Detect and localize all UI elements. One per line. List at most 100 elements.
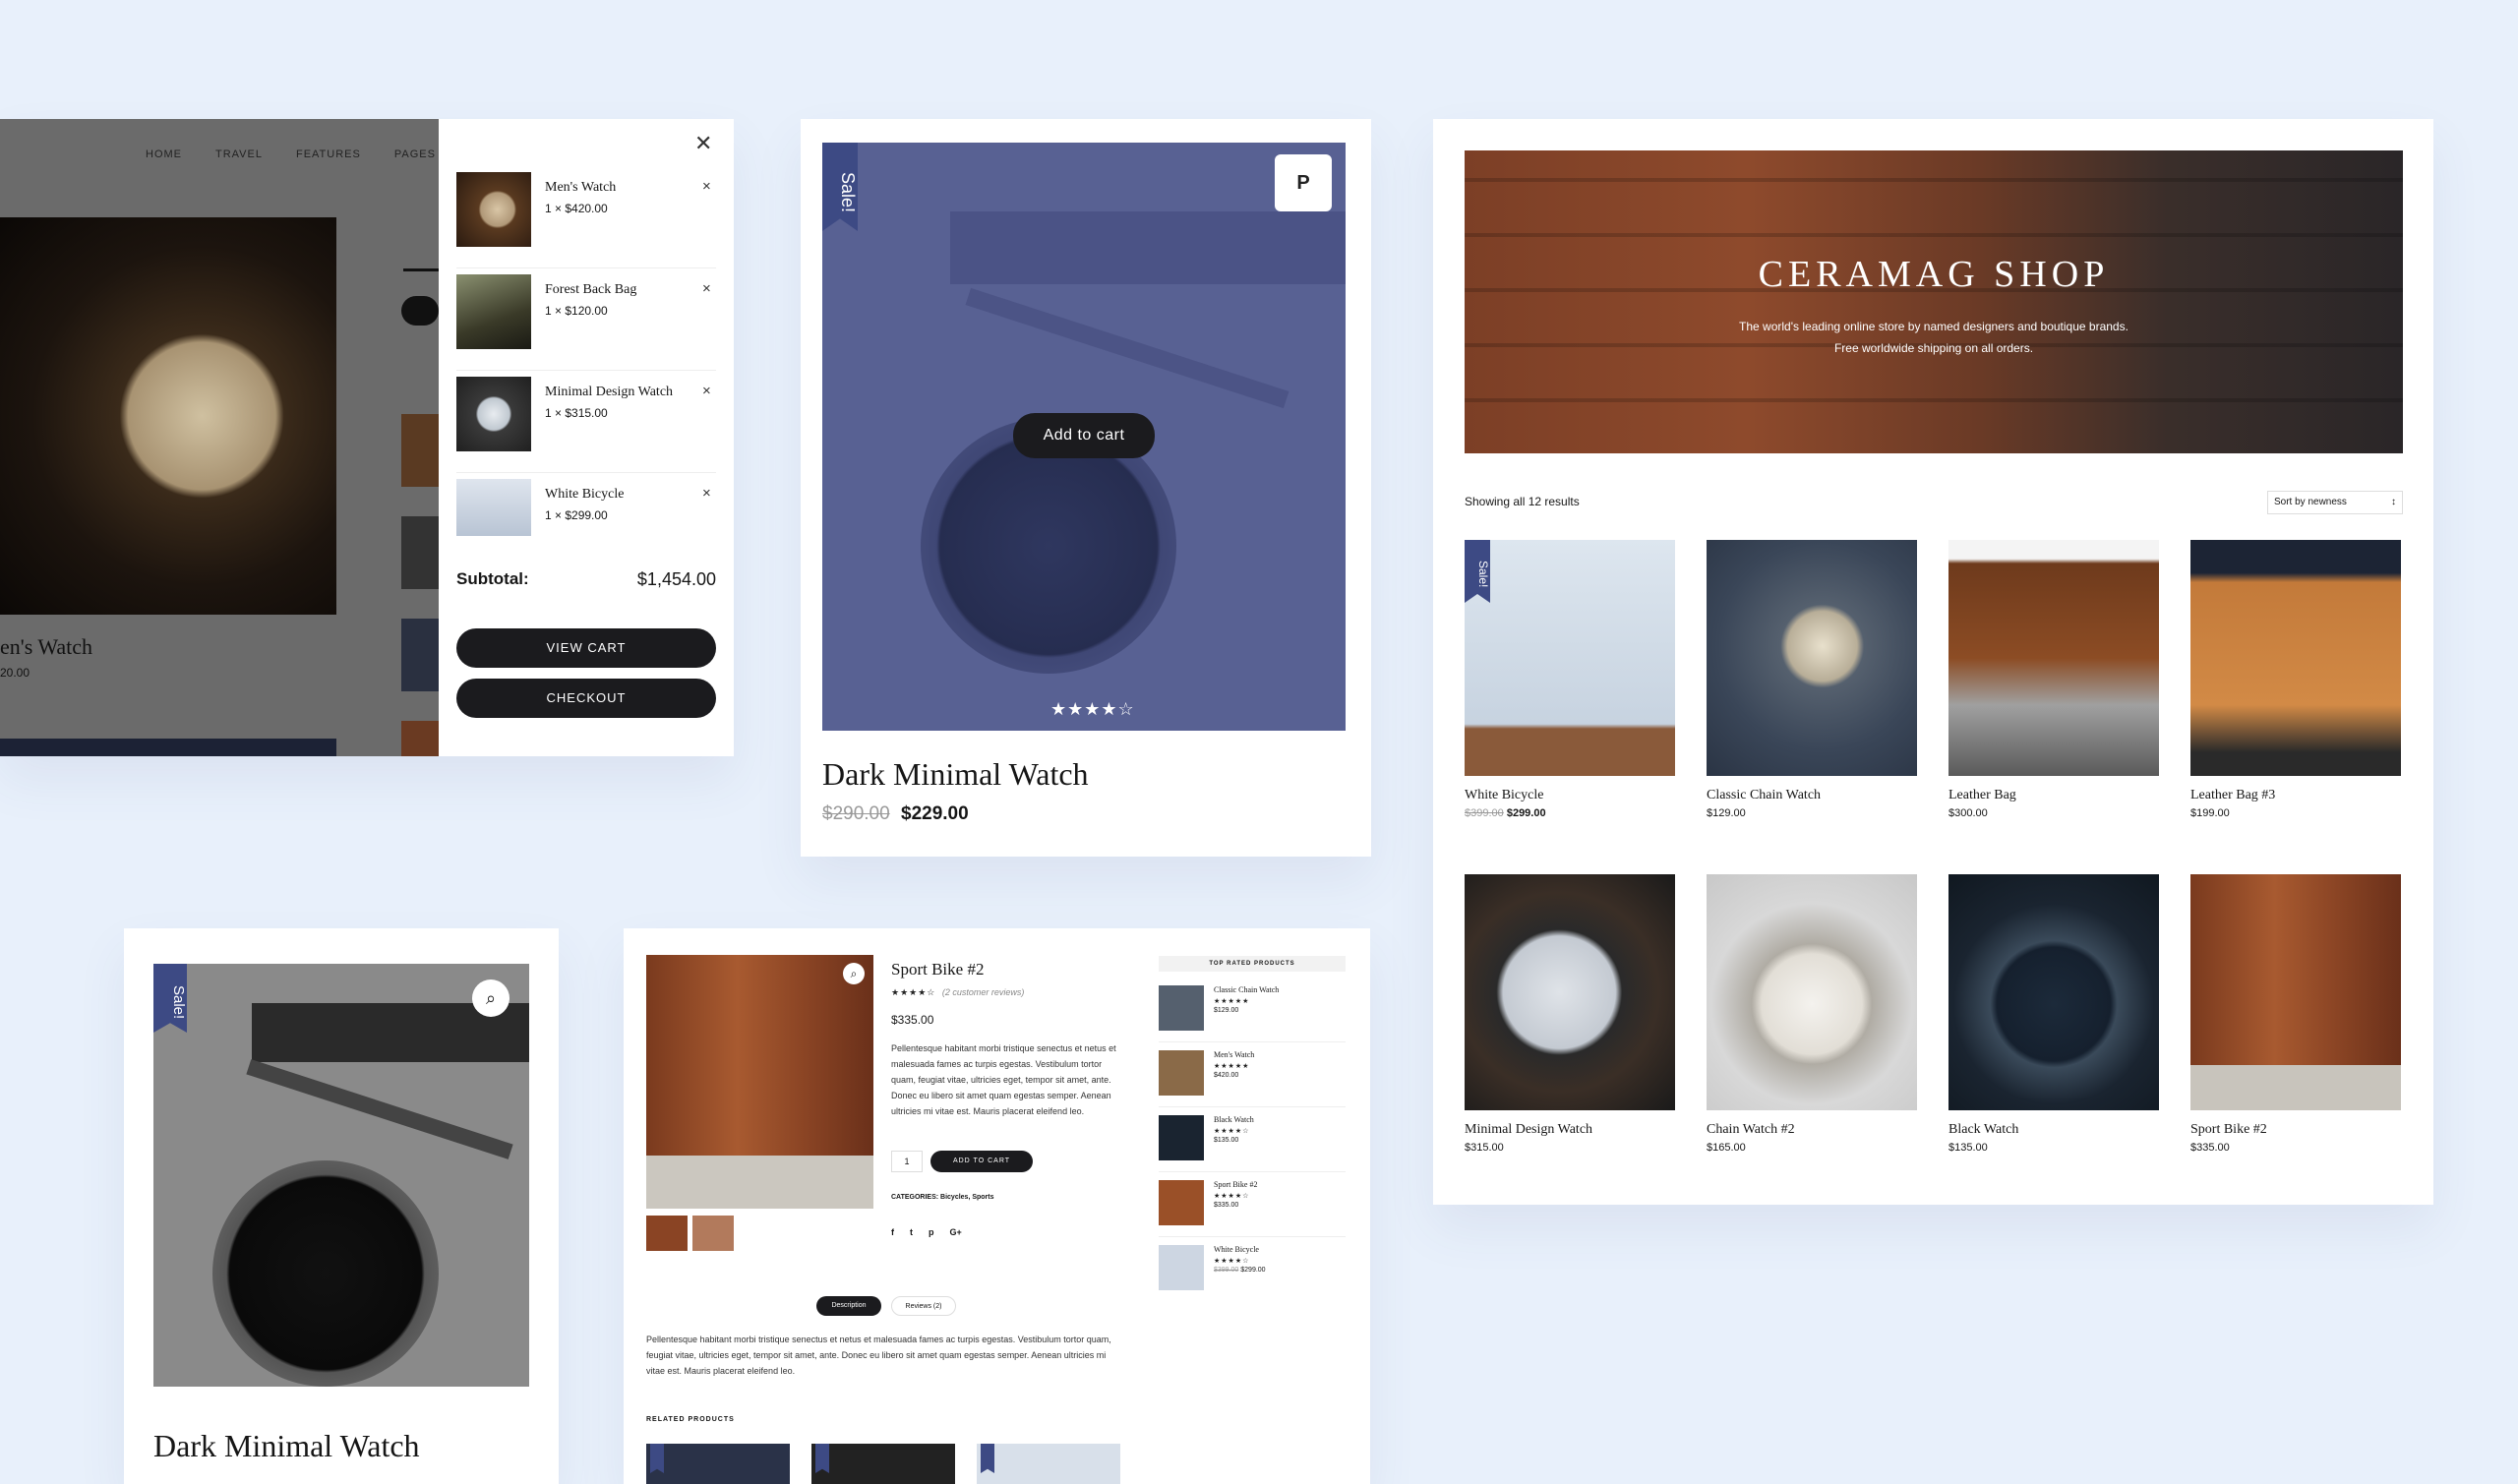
zoom-button[interactable]: ⌕ bbox=[843, 963, 865, 984]
related-thumb[interactable] bbox=[811, 1444, 955, 1484]
cart-item: White Bicycle 1 × $299.00 × bbox=[456, 479, 716, 564]
product-name[interactable]: Leather Bag bbox=[1948, 788, 2159, 803]
top-rated-item[interactable]: Sport Bike #2 ★★★★☆ $335.00 bbox=[1159, 1180, 1346, 1237]
cart-item-name[interactable]: Forest Back Bag bbox=[545, 282, 636, 298]
subtotal-value: $1,454.00 bbox=[636, 569, 716, 589]
product-item[interactable]: Leather Bag $300.00 bbox=[1948, 540, 2159, 819]
share-icons: f t p G+ bbox=[891, 1227, 962, 1237]
product-name[interactable]: Classic Chain Watch bbox=[1707, 788, 1917, 803]
facebook-icon[interactable]: f bbox=[891, 1227, 894, 1237]
product-name[interactable]: White Bicycle bbox=[1465, 788, 1675, 803]
cart-item-qty-price: 1 × $120.00 bbox=[545, 304, 608, 318]
product-name[interactable]: Leather Bag #3 bbox=[2190, 788, 2401, 803]
hover-product-title[interactable]: Dark Minimal Watch bbox=[822, 756, 1089, 793]
bw-product-image[interactable]: Sale! ⌕ bbox=[153, 964, 529, 1387]
sort-select-value: Sort by newness bbox=[2274, 497, 2347, 507]
top-rated-old-price: $399.00 bbox=[1214, 1267, 1239, 1274]
remove-icon[interactable]: × bbox=[702, 383, 711, 399]
product-item[interactable]: Chain Watch #2 $165.00 bbox=[1707, 874, 1917, 1154]
product-item[interactable]: Leather Bag #3 $199.00 bbox=[2190, 540, 2401, 819]
product-item[interactable]: Black Watch $135.00 bbox=[1948, 874, 2159, 1154]
remove-icon[interactable]: × bbox=[702, 485, 711, 502]
product-image bbox=[2190, 540, 2401, 776]
top-rated-item[interactable]: Black Watch ★★★★☆ $135.00 bbox=[1159, 1115, 1346, 1172]
cart-item-name[interactable]: Men's Watch bbox=[545, 180, 616, 196]
sort-select[interactable]: Sort by newness ↕ bbox=[2267, 491, 2403, 514]
remove-icon[interactable]: × bbox=[702, 178, 711, 195]
bg-product-price: 20.00 bbox=[0, 666, 30, 680]
cart-item-name[interactable]: Minimal Design Watch bbox=[545, 385, 673, 400]
top-rated-item[interactable]: Classic Chain Watch ★★★★★ $129.00 bbox=[1159, 985, 1346, 1042]
view-cart-button[interactable]: VIEW CART bbox=[456, 628, 716, 668]
close-icon[interactable]: ✕ bbox=[694, 131, 712, 156]
product-item[interactable]: Classic Chain Watch $129.00 bbox=[1707, 540, 1917, 819]
top-rated-item[interactable]: Men's Watch ★★★★★ $420.00 bbox=[1159, 1050, 1346, 1107]
nav-pages[interactable]: PAGES bbox=[394, 148, 436, 160]
product-image bbox=[1465, 874, 1675, 1110]
tab-reviews[interactable]: Reviews (2) bbox=[891, 1296, 956, 1316]
gallery-thumb[interactable] bbox=[692, 1216, 734, 1251]
product-image bbox=[1707, 874, 1917, 1110]
cart-item-name[interactable]: White Bicycle bbox=[545, 487, 624, 503]
nav-travel[interactable]: TRAVEL bbox=[215, 148, 263, 160]
product-price: $300.00 bbox=[1948, 807, 1988, 819]
bg-thumb bbox=[401, 516, 439, 589]
product-name[interactable]: Black Watch bbox=[1948, 1122, 2159, 1138]
sale-ribbon: Sale! bbox=[822, 143, 858, 231]
nav-features[interactable]: FEATURES bbox=[296, 148, 361, 160]
related-thumb[interactable] bbox=[646, 1444, 790, 1484]
zoom-icon: ⌕ bbox=[850, 967, 858, 980]
zoom-button[interactable]: ⌕ bbox=[472, 979, 510, 1017]
image-floor bbox=[646, 1156, 873, 1209]
checkout-button[interactable]: CHECKOUT bbox=[456, 679, 716, 718]
hover-old-price: $290.00 bbox=[822, 803, 890, 824]
quantity-input[interactable]: 1 bbox=[891, 1151, 923, 1172]
top-rated-stars: ★★★★☆ bbox=[1214, 1128, 1250, 1135]
bw-product-title[interactable]: Dark Minimal Watch bbox=[153, 1428, 420, 1464]
sale-ribbon bbox=[650, 1444, 664, 1473]
hover-product-image[interactable]: Sale! P Add to cart ★★★★☆ bbox=[822, 143, 1346, 731]
pinterest-button[interactable]: P bbox=[1275, 154, 1332, 211]
related-thumb[interactable] bbox=[977, 1444, 1120, 1484]
shop-hero: CERAMAG SHOP The world's leading online … bbox=[1465, 150, 2403, 453]
product-old-price: $399.00 bbox=[1465, 807, 1504, 819]
cart-item-image bbox=[456, 172, 531, 247]
top-rated-image bbox=[1159, 985, 1204, 1031]
top-rated-name: Men's Watch bbox=[1214, 1050, 1255, 1059]
review-count-link[interactable]: (2 customer reviews) bbox=[942, 987, 1025, 997]
product-name[interactable]: Sport Bike #2 bbox=[2190, 1122, 2401, 1138]
pinterest-icon[interactable]: p bbox=[929, 1227, 934, 1237]
bg-slider bbox=[403, 268, 443, 271]
sale-ribbon: Sale! bbox=[1465, 540, 1490, 603]
cart-item-qty-price: 1 × $315.00 bbox=[545, 406, 608, 420]
product-name[interactable]: Chain Watch #2 bbox=[1707, 1122, 1917, 1138]
description-text: Pellentesque habitant morbi tristique se… bbox=[646, 1335, 1111, 1376]
product-item[interactable]: Sport Bike #2 $335.00 bbox=[2190, 874, 2401, 1154]
google-plus-icon[interactable]: G+ bbox=[950, 1227, 962, 1237]
product-image bbox=[1707, 540, 1917, 776]
top-rated-stars: ★★★★★ bbox=[1214, 1063, 1250, 1070]
site-nav: HOME TRAVEL FEATURES PAGES SH bbox=[146, 148, 486, 160]
bg-thumb bbox=[401, 619, 439, 691]
image-floor bbox=[2190, 1065, 2401, 1110]
nav-home[interactable]: HOME bbox=[146, 148, 182, 160]
hover-price: $229.00 bbox=[901, 803, 969, 824]
product-item[interactable]: Sale! White Bicycle $399.00 $299.00 bbox=[1465, 540, 1675, 819]
bg-image-strip bbox=[0, 739, 336, 756]
cart-item-qty-price: 1 × $299.00 bbox=[545, 508, 608, 522]
image-watch bbox=[212, 1160, 439, 1387]
shop-page-card: CERAMAG SHOP The world's leading online … bbox=[1433, 119, 2433, 1205]
single-product-image[interactable]: ⌕ bbox=[646, 955, 873, 1209]
add-to-cart-button[interactable]: ADD TO CART bbox=[930, 1151, 1033, 1172]
pinterest-icon: P bbox=[1296, 172, 1310, 194]
add-to-cart-button[interactable]: Add to cart bbox=[1013, 413, 1155, 458]
product-item[interactable]: Minimal Design Watch $315.00 bbox=[1465, 874, 1675, 1154]
product-price: $129.00 bbox=[1707, 807, 1746, 819]
remove-icon[interactable]: × bbox=[702, 280, 711, 297]
tab-description[interactable]: Description bbox=[816, 1296, 881, 1316]
gallery-thumb[interactable] bbox=[646, 1216, 688, 1251]
product-name[interactable]: Minimal Design Watch bbox=[1465, 1122, 1675, 1138]
top-rated-item[interactable]: White Bicycle ★★★★☆ $399.00 $299.00 bbox=[1159, 1245, 1346, 1302]
twitter-icon[interactable]: t bbox=[910, 1227, 913, 1237]
top-rated-name: Classic Chain Watch bbox=[1214, 985, 1280, 994]
